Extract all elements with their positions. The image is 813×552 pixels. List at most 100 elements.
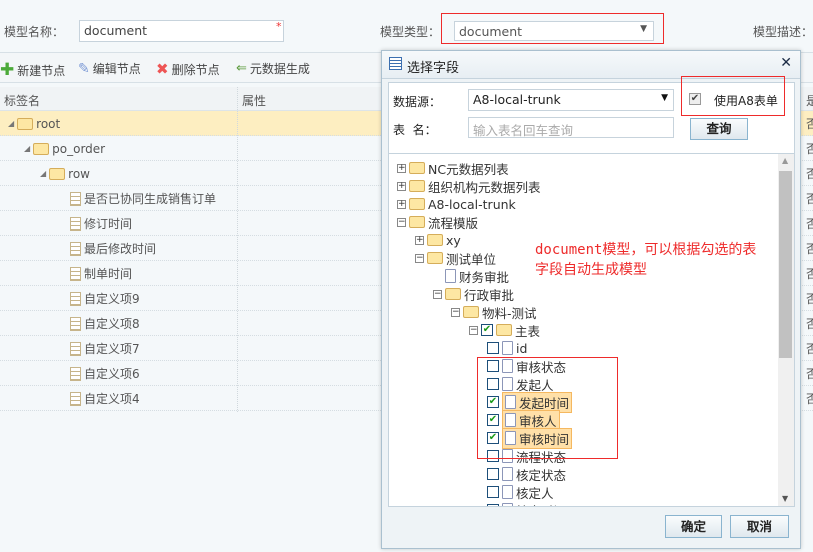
tree-node-label: 行政审批 [464,287,515,303]
collapse-icon[interactable]: − [469,325,478,335]
model-type-select[interactable]: document ▼ [454,21,654,41]
expand-icon[interactable]: + [397,181,406,191]
field-checkbox[interactable] [487,504,499,506]
tree-scrollbar[interactable]: ▲ ▼ [778,154,794,506]
tree-node[interactable]: − 测试单位 [415,249,496,267]
collapse-triangle-icon[interactable]: ◢ [8,119,14,128]
row-flag: 否 [806,317,813,331]
tree-node[interactable]: − 行政审批 [433,285,514,303]
tree-node-label: 核定时间 [516,501,566,507]
collapse-icon[interactable]: − [451,307,460,317]
field-checkbox[interactable] [487,342,499,354]
annotation-text: document模型，可以根据勾选的表 字段自动生成模型 [535,242,757,278]
tree-node-label: xy [446,232,461,248]
field-checkbox[interactable] [487,486,499,498]
scroll-up-icon[interactable]: ▲ [782,156,788,165]
tree-node-label: 核定人 [516,485,554,501]
row-flag: 否 [806,242,813,256]
field-checkbox[interactable] [487,468,499,480]
document-icon [70,316,81,331]
table-name-input[interactable]: 输入表名回车查询 [468,117,674,138]
tree-node[interactable]: + NC元数据列表 [397,159,509,177]
tree-node[interactable]: 核定状态 [487,465,566,483]
collapse-icon[interactable]: − [415,253,424,263]
tree-node[interactable]: − 流程模版 [397,213,478,231]
tree-node[interactable]: − ✔ 主表 [469,321,540,339]
folder-open-icon [463,306,479,318]
expand-icon[interactable]: + [397,199,406,209]
tree-node[interactable]: + 组织机构元数据列表 [397,177,541,195]
document-icon [502,503,513,506]
tree-node[interactable]: id [487,339,527,357]
datasource-value: A8-local-trunk [473,92,561,107]
row-flag: 否 [806,267,813,281]
ok-button[interactable]: 确定 [665,515,722,538]
dialog-title: 选择字段 [407,61,460,76]
col-attr-header[interactable]: 属性 [242,92,266,109]
use-a8-label[interactable]: 使用A8表单 [714,92,778,109]
collapse-triangle-icon[interactable]: ◢ [24,144,30,153]
annotation-box-fields [477,357,618,459]
row-label: 自定义项6 [84,367,140,381]
tree-node[interactable]: 财务审批 [433,267,509,285]
field-checkbox[interactable]: ✔ [481,324,493,336]
tree-node-label: 流程模版 [428,215,479,231]
plus-icon: ✚ [0,60,15,80]
col-flag-header[interactable]: 是 [806,92,813,109]
table-name-label: 表 名： [393,123,437,137]
tree-node-label: 核定状态 [516,467,567,483]
dropdown-arrow-icon: ▼ [661,93,668,103]
tree-node[interactable]: − 物料-测试 [451,303,537,321]
tree-node-label: 组织机构元数据列表 [428,179,541,195]
row-flag: 否 [806,342,813,356]
folder-open-icon [427,252,443,264]
field-tree: + NC元数据列表 + 组织机构元数据列表 + A8-local-trunk − 流程模版 + x… [388,153,795,507]
tree-node-label: 测试单位 [446,251,497,267]
col-label-header[interactable]: 标签名 [4,92,40,109]
cancel-button[interactable]: 取消 [730,515,789,538]
folder-open-icon [496,324,512,336]
folder-open-icon [33,142,50,155]
column-divider [237,87,238,412]
row-label: root [36,116,61,131]
query-button[interactable]: 查询 [690,118,748,140]
tree-node[interactable]: + A8-local-trunk [397,195,516,213]
expand-icon[interactable]: + [415,235,424,245]
required-mark: * [276,20,282,33]
folder-icon [409,180,425,192]
document-icon [70,241,81,256]
generate-meta-button[interactable]: ⇐ 元数据生成 [236,60,310,77]
collapse-icon[interactable]: − [433,289,442,299]
document-icon [70,191,81,206]
row-flag: 否 [806,392,813,406]
close-icon[interactable]: ✕ [780,55,792,71]
tree-node-label: 物料-测试 [482,305,537,321]
row-flag: 否 [806,167,813,181]
datasource-select[interactable]: A8-local-trunk ▼ [468,89,674,111]
delete-node-button[interactable]: ✖ 删除节点 [156,60,220,78]
new-node-button[interactable]: ✚ 新建节点 [0,60,65,80]
scroll-thumb[interactable] [779,171,792,358]
collapse-icon[interactable]: − [397,217,406,227]
document-icon [70,366,81,381]
row-label: 最后修改时间 [84,242,157,256]
row-flag: 否 [806,192,813,206]
row-label: 制单时间 [84,267,133,281]
collapse-triangle-icon[interactable]: ◢ [40,169,46,178]
model-name-input[interactable]: document [79,20,284,42]
document-icon [70,216,81,231]
document-icon [445,269,456,283]
scroll-down-icon[interactable]: ▼ [782,494,788,503]
edit-node-button[interactable]: ✎ 编辑节点 [78,60,141,77]
tree-node-label: 财务审批 [459,269,510,285]
use-a8-checkbox[interactable]: ✔ [689,93,701,105]
document-icon [70,341,81,356]
expand-icon[interactable]: + [397,163,406,173]
document-icon [502,341,513,355]
tree-node[interactable]: 核定人 [487,483,554,501]
tree-node[interactable]: + xy [415,231,461,249]
row-flag: 否 [806,367,813,381]
row-label: 自定义项8 [84,317,140,331]
tree-node[interactable]: 核定时间 [487,501,566,507]
document-icon [70,291,81,306]
